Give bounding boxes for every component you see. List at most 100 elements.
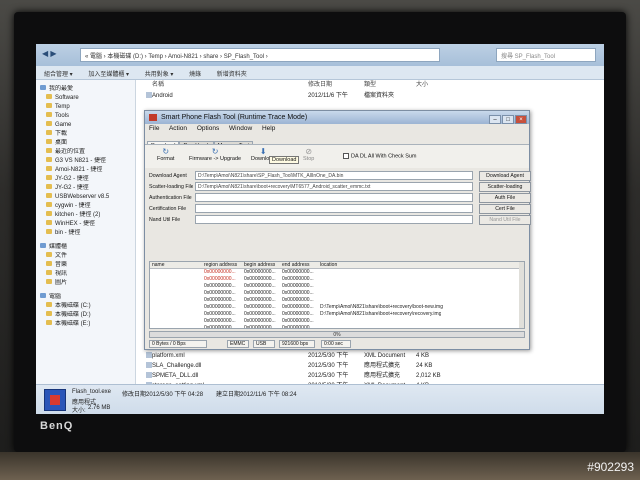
column-name[interactable]: 名稱 xyxy=(152,80,164,90)
folder-icon xyxy=(46,103,52,108)
file-name: platform.xml xyxy=(152,353,185,359)
file-size: 24 KB xyxy=(416,363,433,369)
toolbar-organize[interactable]: 組合管理 ▾ xyxy=(44,72,73,78)
column-size[interactable]: 大小 xyxy=(416,80,428,90)
sidebar-item[interactable]: 本機磁碟 (C:) xyxy=(36,302,135,311)
sidebar-item[interactable]: 本機磁碟 (E:) xyxy=(36,320,135,329)
partition-row[interactable]: SEC_RO0x00000000...0x00000000...0x000000… xyxy=(150,318,524,325)
partition-row[interactable]: LOGO0x00000000...0x00000000...0x00000000… xyxy=(150,325,524,328)
partition-row[interactable]: BOOTIMG0x00000000...0x00000000...0x00000… xyxy=(150,304,524,311)
close-icon[interactable]: × xyxy=(515,115,527,124)
field-path[interactable]: D:\Temp\Amoi\N821\share\boot+recovery\MT… xyxy=(195,182,473,191)
sidebar-item[interactable]: JY-G2 - 捷徑 xyxy=(36,175,135,184)
menu-bar: File Action Options Window Help xyxy=(145,124,529,134)
sidebar-item[interactable]: USBWebserver v8.5 xyxy=(36,193,135,202)
sidebar-item[interactable]: 最近的位置 xyxy=(36,148,135,157)
sidebar-item[interactable]: 我的最愛 xyxy=(36,85,135,94)
action-toolbar: ↻ Format ↻ Firmware -> Upgrade ⬇ Download ⊘… xyxy=(145,144,529,168)
sidebar-item[interactable]: kitchen - 捷徑 (2) xyxy=(36,211,135,220)
field-browse-button[interactable]: Download Agent xyxy=(479,171,531,181)
sidebar-item[interactable]: cygwin - 捷徑 xyxy=(36,202,135,211)
back-forward-icon[interactable]: ◀ ▶ xyxy=(42,49,57,58)
field-browse-button[interactable]: Auth File xyxy=(479,193,531,203)
field-browse-button[interactable]: Nand Util File xyxy=(479,215,531,225)
da-checksum-checkbox[interactable]: DA DL All With Check Sum xyxy=(343,153,417,159)
field-path[interactable]: D:\Temp\Amoi\N821\share\SP_Flash_Tool\MT… xyxy=(195,171,473,180)
sidebar-item[interactable]: WinHEX - 捷徑 xyxy=(36,220,135,229)
menu-action[interactable]: Action xyxy=(169,125,187,132)
file-type: 應用程式擴充 xyxy=(364,373,401,379)
toolbar-burn[interactable]: 燒錄 xyxy=(189,72,201,78)
minimize-icon[interactable]: – xyxy=(489,115,501,124)
file-row[interactable]: platform.xml 2012/5/30 下午 XML Document 4 KB xyxy=(146,352,429,361)
sidebar-item[interactable]: 下載 xyxy=(36,130,135,139)
sidebar-item[interactable]: 文件 xyxy=(36,252,135,261)
partition-row[interactable]: DSP_BL0x00000000...0x00000000...0x000000… xyxy=(150,276,524,283)
sidebar-item[interactable]: bin - 捷徑 xyxy=(36,229,135,238)
flash-tool-titlebar[interactable]: Smart Phone Flash Tool (Runtime Trace Mo… xyxy=(145,111,529,124)
file-row[interactable]: Android 2012/11/6 下午 檔案資料夾 xyxy=(146,92,394,101)
stop-button[interactable]: ⊘ Stop xyxy=(303,147,314,162)
sidebar-item[interactable]: Tools xyxy=(36,112,135,121)
desk xyxy=(0,452,640,480)
menu-file[interactable]: File xyxy=(149,125,159,132)
maximize-icon[interactable]: □ xyxy=(502,115,514,124)
flash-tool-window: Smart Phone Flash Tool (Runtime Trace Mo… xyxy=(144,110,531,350)
field-browse-button[interactable]: Cert File xyxy=(479,204,531,214)
tab-strip: DownloadRead backMemory Test xyxy=(145,134,529,151)
file-row[interactable]: SPMETA_DLL.dll 2012/5/30 下午 應用程式擴充 2,012 KB xyxy=(146,372,441,381)
sidebar-item[interactable]: Amoi-N821 - 捷徑 xyxy=(36,166,135,175)
folder-icon xyxy=(46,157,52,162)
folder-icon xyxy=(46,175,52,180)
file-row[interactable]: SLA_Challenge.dll 2012/5/30 下午 應用程式擴充 24 KB xyxy=(146,362,432,371)
size-value: 2.76 MB xyxy=(88,405,111,411)
partition-row[interactable]: PRELOADER0x00000000...0x00000000...0x000… xyxy=(150,269,524,276)
partition-row[interactable]: UBOOT0x00000000...0x00000000...0x0000000… xyxy=(150,297,524,304)
screen: ◀ ▶ « 電腦 › 本機磁碟 (D:) › Temp › Amoi-N821 … xyxy=(36,44,604,414)
sidebar-item[interactable]: G3 VS N821 - 捷徑 xyxy=(36,157,135,166)
sidebar-item[interactable]: 本機磁碟 (D:) xyxy=(36,311,135,320)
column-date[interactable]: 修改日期 xyxy=(308,80,332,90)
toolbar-new-folder[interactable]: 新增資料夾 xyxy=(217,72,247,78)
sidebar-item[interactable]: 桌面 xyxy=(36,139,135,148)
stop-icon: ⊘ xyxy=(305,147,313,156)
menu-help[interactable]: Help xyxy=(262,125,275,132)
column-type[interactable]: 類型 xyxy=(364,80,376,90)
sidebar-item[interactable]: 媒體櫃 xyxy=(36,243,135,252)
menu-options[interactable]: Options xyxy=(197,125,219,132)
folder-icon xyxy=(46,112,52,117)
format-button[interactable]: ↻ Format xyxy=(157,147,174,162)
search-input[interactable]: 搜尋 SP_Flash_Tool xyxy=(496,48,596,62)
field-label: Certification File xyxy=(149,206,187,212)
partition-row[interactable]: RECOVERY0x00000000...0x00000000...0x0000… xyxy=(150,311,524,318)
sidebar-item[interactable]: 視訊 xyxy=(36,270,135,279)
address-bar[interactable]: « 電腦 › 本機磁碟 (D:) › Temp › Amoi-N821 › sh… xyxy=(80,48,440,62)
firmware-upgrade-button[interactable]: ↻ Firmware -> Upgrade xyxy=(189,147,241,162)
field-label: Nand Util File xyxy=(149,217,181,223)
explorer-titlebar: ◀ ▶ « 電腦 › 本機磁碟 (D:) › Temp › Amoi-N821 … xyxy=(36,44,604,66)
folder-icon xyxy=(46,311,52,316)
file-name: SLA_Challenge.dll xyxy=(152,363,202,369)
field-path[interactable] xyxy=(195,193,473,202)
sidebar-item[interactable]: Temp xyxy=(36,103,135,112)
created-value: 2012/11/6 下午 08:24 xyxy=(240,392,297,398)
selected-filename: Flash_tool.exe xyxy=(72,389,112,395)
field-browse-button[interactable]: Scatter-loading xyxy=(479,182,531,192)
partition-row[interactable]: EBR10x00000000...0x00000000...0x00000000… xyxy=(150,290,524,297)
format-icon: ↻ xyxy=(162,147,170,156)
partition-row[interactable]: MBR0x00000000...0x00000000...0x00000000.… xyxy=(150,283,524,290)
sidebar-item[interactable]: 音樂 xyxy=(36,261,135,270)
modified-label: 修改日期: xyxy=(122,392,148,398)
sidebar-item[interactable]: Software xyxy=(36,94,135,103)
sidebar-item[interactable]: 電腦 xyxy=(36,293,135,302)
sidebar-item[interactable]: JY-G2 - 捷徑 xyxy=(36,184,135,193)
toolbar-share[interactable]: 共用對象 ▾ xyxy=(145,72,174,78)
partition-scrollbar[interactable] xyxy=(519,262,524,328)
menu-window[interactable]: Window xyxy=(229,125,252,132)
toolbar-library[interactable]: 加入至媒體櫃 ▾ xyxy=(88,72,129,78)
sidebar-item[interactable]: Game xyxy=(36,121,135,130)
field-path[interactable] xyxy=(195,204,473,213)
sidebar-item[interactable]: 圖片 xyxy=(36,279,135,288)
field-path[interactable] xyxy=(195,215,473,224)
folder-icon xyxy=(46,279,52,284)
